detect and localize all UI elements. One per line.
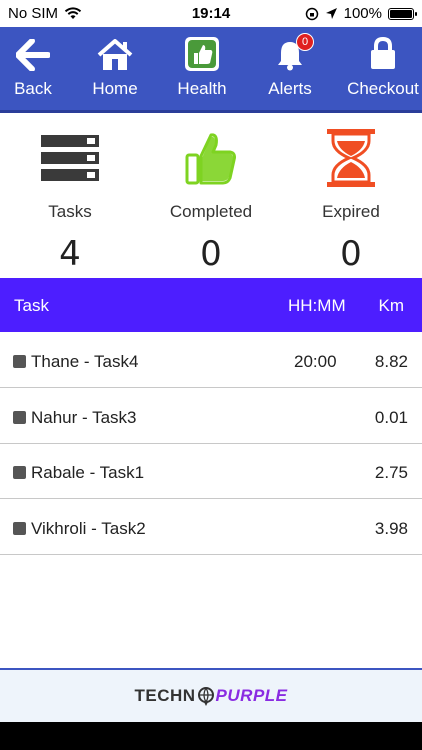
- row-bullet-icon: [13, 411, 26, 424]
- completed-label: Completed: [169, 202, 253, 221]
- nav-checkout-label: Checkout: [347, 79, 419, 98]
- task-time: 20:00: [294, 352, 337, 371]
- battery-percent: 100%: [343, 5, 382, 22]
- table-row[interactable]: Thane - Task4 20:00 8.82: [0, 333, 422, 388]
- summary-tasks[interactable]: Tasks 4: [0, 113, 140, 278]
- table-row[interactable]: Vikhroli - Task2 3.98: [0, 500, 422, 555]
- completed-count: 0: [200, 234, 222, 274]
- nav-alerts-label: Alerts: [268, 79, 312, 98]
- nav-alerts-button[interactable]: 0 Alerts: [260, 27, 320, 110]
- header-time: HH:MM: [288, 296, 346, 315]
- thumbs-up-icon: [185, 125, 237, 190]
- footer: TECHN PURPLE: [0, 668, 422, 722]
- header-km: Km: [378, 296, 405, 315]
- row-bullet-icon: [13, 522, 26, 535]
- nav-back-button[interactable]: Back: [0, 27, 66, 110]
- task-km: 2.75: [374, 463, 408, 482]
- thumbs-up-icon: [185, 27, 219, 71]
- brand-logo: TECHN PURPLE: [134, 686, 287, 706]
- home-indicator-area: [0, 722, 422, 750]
- nav-bar: Back Home Health 0 Alerts Checkout: [0, 27, 422, 113]
- nav-home-label: Home: [92, 79, 138, 98]
- home-icon: [97, 27, 133, 71]
- nav-health-label: Health: [177, 79, 227, 98]
- header-task: Task: [14, 296, 49, 315]
- battery-icon: [388, 7, 417, 20]
- status-bar: No SIM 19:14 100%: [0, 0, 422, 27]
- lock-icon: [369, 27, 397, 71]
- summary-completed[interactable]: Completed 0: [141, 113, 281, 278]
- task-table-header: Task HH:MM Km: [0, 278, 422, 332]
- task-km: 3.98: [374, 519, 408, 538]
- brand-text-part1: TECHN: [134, 686, 196, 705]
- table-row[interactable]: Rabale - Task1 2.75: [0, 444, 422, 499]
- nav-home-button[interactable]: Home: [84, 27, 146, 110]
- task-name: Vikhroli - Task2: [31, 519, 146, 538]
- status-right: 100%: [305, 5, 417, 22]
- location-arrow-icon: [325, 8, 337, 19]
- task-name: Thane - Task4: [31, 352, 139, 371]
- nav-health-button[interactable]: Health: [168, 27, 236, 110]
- table-row[interactable]: Nahur - Task3 0.01: [0, 389, 422, 444]
- brand-globe-icon: [197, 687, 214, 706]
- summary-section: Tasks 4 Completed 0 Expired 0: [0, 113, 422, 278]
- rotation-lock-icon: [305, 7, 318, 20]
- task-name: Nahur - Task3: [31, 408, 137, 427]
- nav-checkout-button[interactable]: Checkout: [344, 27, 422, 110]
- hourglass-icon: [327, 125, 375, 190]
- nav-back-label: Back: [14, 79, 52, 98]
- row-bullet-icon: [13, 466, 26, 479]
- expired-count: 0: [340, 234, 362, 274]
- back-arrow-icon: [16, 27, 50, 71]
- row-bullet-icon: [13, 355, 26, 368]
- bell-icon: 0: [276, 27, 314, 71]
- alerts-badge: 0: [296, 33, 314, 51]
- brand-text-part2: PURPLE: [215, 686, 288, 705]
- task-name: Rabale - Task1: [31, 463, 145, 482]
- task-km: 8.82: [374, 352, 408, 371]
- tasks-label: Tasks: [48, 202, 92, 221]
- task-km: 0.01: [374, 408, 408, 427]
- server-stack-icon: [41, 125, 99, 190]
- summary-expired[interactable]: Expired 0: [281, 113, 421, 278]
- expired-label: Expired: [322, 202, 380, 221]
- tasks-count: 4: [59, 234, 81, 274]
